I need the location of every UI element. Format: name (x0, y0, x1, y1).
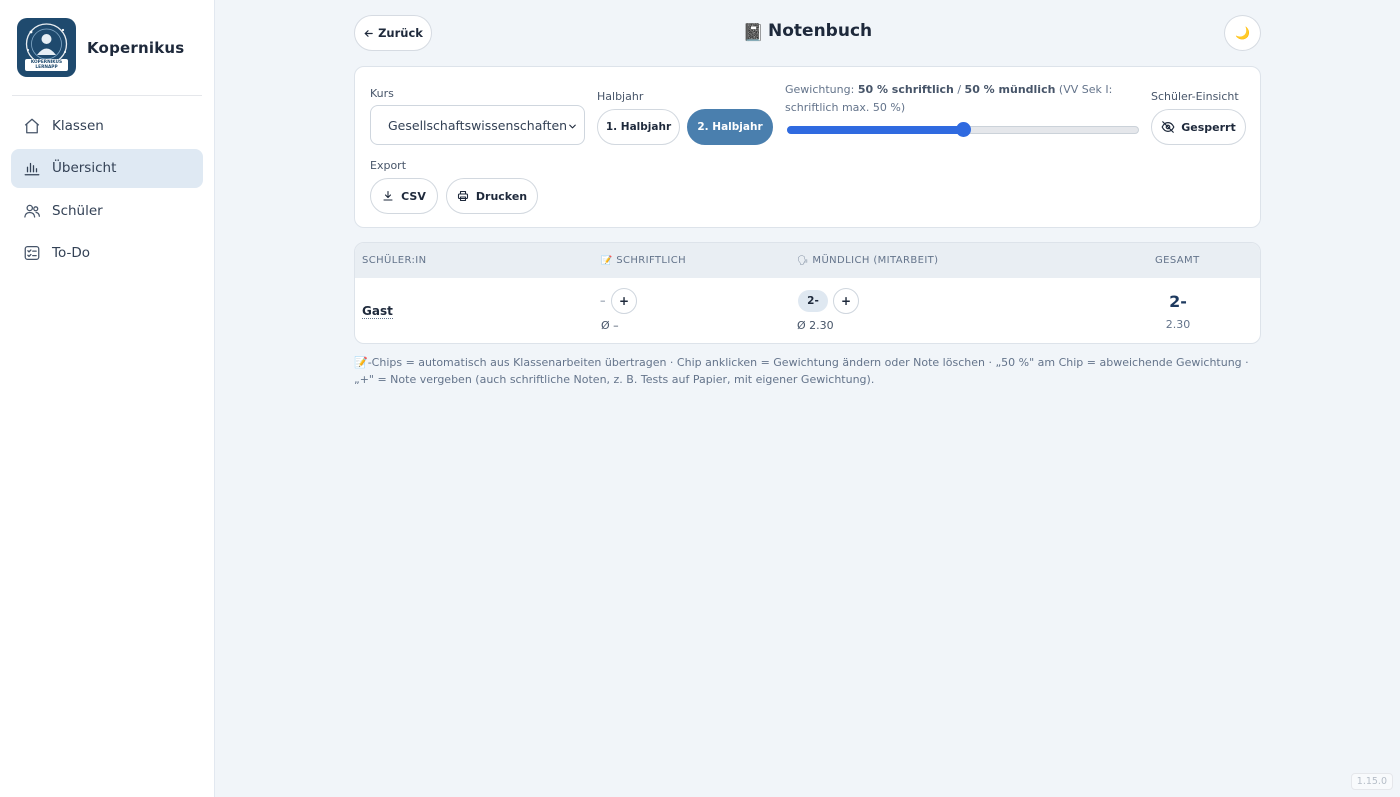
weight-description: Gewichtung: 50 % schriftlich / 50 % münd… (785, 81, 1140, 117)
theme-toggle-button[interactable]: 🌙 (1224, 15, 1261, 51)
header-student: SCHÜLER:IN (362, 255, 427, 266)
written-average: Ø – (601, 319, 619, 332)
download-icon (382, 190, 394, 202)
header-written: 📝 SCHRIFTLICH (601, 255, 686, 266)
halbjahr-1-button[interactable]: 1. Halbjahr (597, 109, 680, 145)
brand: KOPERNIKUS LERNAPP Kopernikus (0, 0, 214, 95)
kurs-select[interactable]: Gesellschaftswissenschaften (370, 105, 585, 145)
add-written-grade-button[interactable]: + (611, 288, 637, 314)
einsicht-label: Schüler-Einsicht (1151, 90, 1239, 103)
moon-icon: 🌙 (1235, 26, 1250, 40)
grades-table: SCHÜLER:IN 📝 SCHRIFTLICH 🗣 MÜNDLICH (MIT… (354, 242, 1261, 344)
print-button[interactable]: Drucken (446, 178, 538, 214)
einsicht-value: Gesperrt (1181, 120, 1236, 134)
sidebar-item-label: Übersicht (52, 160, 117, 176)
main-content: Zurück 📓 Notenbuch 🌙 Kurs Gesellschaftswi… (215, 0, 1400, 797)
sidebar-item-klassen[interactable]: Klassen (11, 106, 203, 145)
sidebar-item-label: To-Do (52, 245, 90, 261)
speaking-head-icon: 🗣 (797, 256, 809, 266)
sidebar-nav: Klassen Übersicht Schüler To-Do (0, 96, 214, 273)
export-label: Export (370, 159, 407, 172)
halbjahr-2-button[interactable]: 2. Halbjahr (687, 109, 773, 145)
sidebar-item-label: Schüler (52, 202, 103, 219)
total-average: 2.30 (1165, 318, 1191, 331)
weight-written: 50 % schriftlich (857, 83, 954, 96)
export-csv-button[interactable]: CSV (370, 178, 438, 214)
oral-grade-chip[interactable]: 2- (798, 290, 828, 312)
written-empty: – (600, 294, 606, 307)
kurs-select-value: Gesellschaftswissenschaften (388, 117, 568, 133)
bar-chart-icon (23, 159, 41, 177)
topbar: Zurück 📓 Notenbuch 🌙 (354, 15, 1261, 51)
add-oral-grade-button[interactable]: + (833, 288, 859, 314)
sidebar-item-uebersicht[interactable]: Übersicht (11, 148, 203, 188)
logo-text: KOPERNIKUS LERNAPP (30, 60, 63, 70)
checklist-icon (23, 244, 41, 262)
header-oral: 🗣 MÜNDLICH (MITARBEIT) (797, 255, 939, 266)
csv-label: CSV (401, 189, 426, 203)
weight-prefix: Gewichtung: (785, 83, 858, 96)
einsicht-toggle-button[interactable]: Gesperrt (1151, 109, 1246, 145)
weight-separator: / (953, 83, 965, 96)
app-logo[interactable]: KOPERNIKUS LERNAPP (17, 18, 76, 77)
legend-footnote: 📝-Chips = automatisch aus Klassenarbeite… (354, 356, 1249, 386)
weight-slider[interactable] (787, 122, 1139, 137)
notebook-icon: 📓 (742, 23, 765, 43)
controls-card: Kurs Gesellschaftswissenschaften Halbjah… (354, 66, 1261, 228)
app-name: Kopernikus (87, 38, 185, 57)
home-icon (23, 117, 41, 135)
printer-icon (457, 190, 469, 202)
student-name[interactable]: Gast (362, 304, 393, 319)
pencil-memo-icon: 📝 (601, 256, 613, 266)
kurs-label: Kurs (370, 87, 394, 100)
sidebar-item-todo[interactable]: To-Do (11, 234, 203, 273)
header-oral-label: MÜNDLICH (MITARBEIT) (812, 255, 939, 266)
users-icon (23, 202, 41, 220)
eye-off-icon (1161, 120, 1175, 134)
print-label: Drucken (475, 189, 528, 203)
weight-oral: 50 % mündlich (964, 83, 1056, 96)
table-header: SCHÜLER:IN 📝 SCHRIFTLICH 🗣 MÜNDLICH (MIT… (355, 243, 1260, 278)
chevron-down-icon (567, 120, 578, 135)
sidebar-item-label: Klassen (52, 117, 104, 134)
header-written-label: SCHRIFTLICH (616, 255, 687, 266)
halbjahr-label: Halbjahr (597, 90, 644, 103)
header-total: GESAMT (1155, 255, 1200, 266)
slider-fill (787, 126, 963, 134)
slider-thumb[interactable] (956, 122, 971, 137)
page-title-text: Notenbuch (768, 21, 873, 41)
oral-average: Ø 2.30 (797, 319, 834, 332)
version-badge: 1.15.0 (1350, 773, 1393, 790)
page-title: 📓 Notenbuch (354, 21, 1261, 43)
sidebar: KOPERNIKUS LERNAPP Kopernikus Klassen Üb… (0, 0, 215, 797)
sidebar-item-schueler[interactable]: Schüler (11, 191, 203, 230)
total-grade: 2- (1169, 292, 1187, 311)
